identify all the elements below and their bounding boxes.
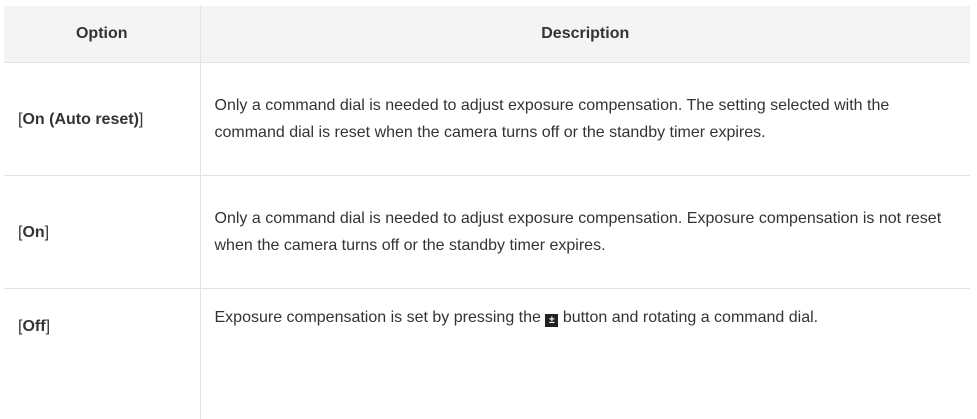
- option-cell: [Off]: [4, 289, 200, 419]
- description-cell: Only a command dial is needed to adjust …: [200, 176, 970, 289]
- option-label: Off: [22, 318, 45, 335]
- option-label: On: [22, 224, 44, 241]
- header-description: Description: [200, 6, 970, 63]
- description-cell: Only a command dial is needed to adjust …: [200, 63, 970, 176]
- options-table-container: Option Description [On (Auto reset)] Onl…: [4, 6, 970, 419]
- table-row: [On (Auto reset)] Only a command dial is…: [4, 63, 970, 176]
- header-option: Option: [4, 6, 200, 63]
- table-row: [Off] Exposure compensation is set by pr…: [4, 289, 970, 419]
- table-row: [On] Only a command dial is needed to ad…: [4, 176, 970, 289]
- exposure-compensation-icon: ±: [545, 314, 558, 327]
- option-cell: [On (Auto reset)]: [4, 63, 200, 176]
- options-table: Option Description [On (Auto reset)] Onl…: [4, 6, 970, 419]
- table-header-row: Option Description: [4, 6, 970, 63]
- option-label: On (Auto reset): [22, 111, 138, 128]
- option-cell: [On]: [4, 176, 200, 289]
- description-cell: Exposure compensation is set by pressing…: [200, 289, 970, 419]
